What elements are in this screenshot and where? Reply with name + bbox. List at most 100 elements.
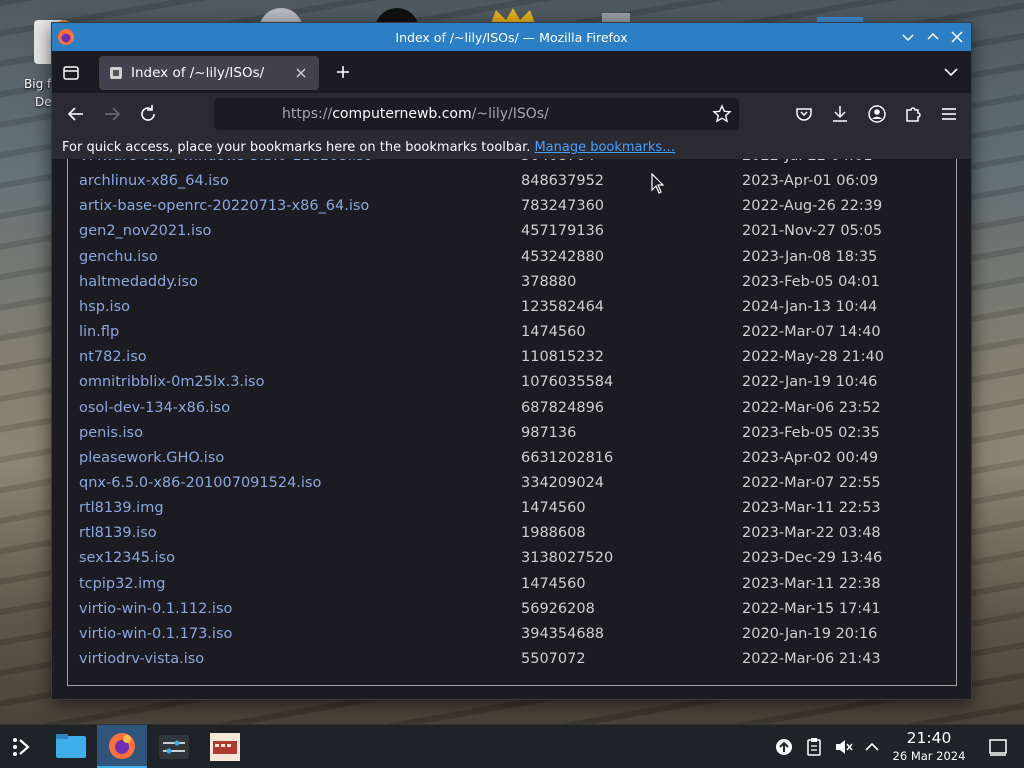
url-bar[interactable]: https://computernewb.com/~lily/ISOs/ (214, 98, 739, 130)
listing-row: omnitribblix-0m25lx.3.iso 1076035584 2022-… (68, 374, 956, 399)
file-modified-date: 2022-Jul-22 04:01 (742, 159, 873, 164)
taskbar: 21:40 26 Mar 2024 (0, 724, 1024, 768)
file-modified-date: 2023-Apr-02 00:49 (742, 449, 879, 466)
minimize-button[interactable] (899, 28, 917, 46)
mouse-cursor-icon (651, 173, 665, 194)
file-link[interactable]: pleasework.GHO.iso (79, 450, 224, 466)
reload-button[interactable] (137, 103, 159, 125)
file-link[interactable]: haltmedaddy.iso (79, 274, 198, 290)
chevron-up-icon[interactable] (861, 736, 883, 758)
taskbar-firefox[interactable] (97, 725, 147, 768)
update-notifier-icon[interactable] (773, 736, 795, 758)
list-all-tabs-button[interactable] (941, 62, 961, 82)
file-link[interactable]: nt782.iso (79, 349, 147, 365)
listing-row: artix-base-openrc-20220713-x86_64.iso 783… (68, 198, 956, 223)
file-link[interactable]: penis.iso (79, 425, 143, 441)
file-size: 6631202816 (521, 449, 614, 466)
clipboard-icon[interactable] (803, 736, 825, 758)
listing-row: rtl8139.iso 1988608 2023-Mar-22 03:48 (68, 525, 956, 550)
extensions-button[interactable] (902, 103, 924, 125)
downloads-button[interactable] (829, 103, 851, 125)
directory-listing: VMware-tools-windows-3.5.0-110268.iso 304… (67, 159, 957, 686)
listing-row: virtiodrv-vista.iso 5507072 2022-Mar-06 21… (68, 651, 956, 676)
application-launcher[interactable] (0, 725, 46, 768)
firefox-window: Index of /~lily/ISOs/ — Mozilla Firefox … (51, 22, 972, 700)
file-link[interactable]: artix-base-openrc-20220713-x86_64.iso (79, 198, 369, 214)
file-modified-date: 2023-Jan-08 18:35 (742, 248, 878, 265)
listing-row: virtio-win-0.1.112.iso 56926208 2022-Mar-1… (68, 601, 956, 626)
show-desktop-icon[interactable] (987, 736, 1009, 758)
file-link[interactable]: archlinux-x86_64.iso (79, 173, 229, 189)
file-modified-date: 2022-Mar-06 21:43 (742, 651, 881, 667)
window-title: Index of /~lily/ISOs/ — Mozilla Firefox (395, 29, 628, 45)
listing-row: hsp.iso 123582464 2024-Jan-13 10:44 (68, 299, 956, 324)
file-modified-date: 2022-May-28 21:40 (742, 349, 884, 366)
file-modified-date: 2022-Mar-07 22:55 (742, 474, 881, 491)
pocket-icon (796, 108, 812, 121)
listing-row: lin.flp 1474560 2022-Mar-07 14:40 (68, 324, 956, 349)
file-modified-date: 2021-Nov-27 05:05 (742, 223, 883, 240)
pocket-button[interactable] (793, 103, 815, 125)
file-size: 378880 (521, 273, 577, 290)
file-link[interactable]: tcpip32.img (79, 576, 166, 592)
firefox-view-icon (63, 66, 79, 80)
file-link[interactable]: genchu.iso (79, 249, 158, 265)
tab-active[interactable]: Index of /~lily/ISOs/ (99, 56, 319, 90)
file-size: 1988608 (521, 525, 586, 542)
hamburger-menu-icon (942, 108, 956, 120)
listing-row: VMware-tools-windows-3.5.0-110268.iso 304… (68, 159, 956, 173)
puzzle-icon (906, 107, 921, 122)
close-icon (296, 68, 306, 78)
taskbar-system-settings[interactable] (151, 725, 197, 768)
listing-row: rtl8139.img 1474560 2023-Mar-11 22:53 (68, 500, 956, 525)
close-icon (951, 31, 963, 43)
file-link[interactable]: sex12345.iso (79, 550, 175, 566)
maximize-button[interactable] (924, 28, 942, 46)
volume-muted-icon[interactable] (833, 736, 855, 758)
clock-time[interactable]: 21:40 (895, 729, 963, 747)
firefox-view-button[interactable] (61, 63, 81, 83)
page-content: VMware-tools-windows-3.5.0-110268.iso 304… (52, 159, 971, 699)
file-link[interactable]: rtl8139.img (79, 500, 164, 516)
manage-bookmarks-link[interactable]: Manage bookmarks… (534, 140, 675, 155)
forward-button[interactable] (101, 103, 123, 125)
file-link[interactable]: VMware-tools-windows-3.5.0-110268.iso (79, 159, 373, 164)
file-size: 123582464 (521, 298, 605, 315)
taskbar-file-manager[interactable] (48, 725, 94, 768)
chevron-down-icon (902, 34, 914, 42)
file-modified-date: 2022-Aug-26 22:39 (742, 198, 883, 215)
file-link[interactable]: hsp.iso (79, 299, 130, 315)
file-size: 56926208 (521, 600, 595, 617)
file-link[interactable]: virtio-win-0.1.112.iso (79, 601, 232, 617)
file-link[interactable]: virtiodrv-vista.iso (79, 651, 204, 667)
app-menu-button[interactable] (938, 103, 960, 125)
file-link[interactable]: qnx-6.5.0-x86-201007091524.iso (79, 475, 321, 491)
file-link[interactable]: lin.flp (79, 324, 119, 340)
file-modified-date: 2023-Mar-11 22:38 (742, 575, 881, 592)
listing-row: nt782.iso 110815232 2022-May-28 21:40 (68, 349, 956, 374)
new-tab-button[interactable] (332, 61, 354, 83)
tab-close-button[interactable] (291, 63, 311, 83)
close-window-button[interactable] (948, 28, 966, 46)
file-size: 5507072 (521, 651, 586, 667)
file-link[interactable]: osol-dev-134-x86.iso (79, 400, 230, 416)
system-settings-icon (159, 735, 189, 759)
file-size: 394354688 (521, 625, 605, 642)
bookmarks-toolbar-message: For quick access, place your bookmarks h… (62, 139, 531, 155)
clock-date[interactable]: 26 Mar 2024 (886, 749, 972, 763)
file-size: 334209024 (521, 474, 605, 491)
taskbar-archive-app[interactable] (202, 725, 248, 768)
file-link[interactable]: omnitribblix-0m25lx.3.iso (79, 374, 264, 390)
file-modified-date: 2023-Feb-05 04:01 (742, 273, 880, 290)
file-size: 453242880 (521, 248, 605, 265)
window-titlebar[interactable]: Index of /~lily/ISOs/ — Mozilla Firefox (52, 23, 971, 51)
file-link[interactable]: virtio-win-0.1.173.iso (79, 626, 232, 642)
file-link[interactable]: rtl8139.iso (79, 525, 157, 541)
url-path: /~lily/ISOs/ (471, 106, 549, 122)
back-button[interactable] (65, 103, 87, 125)
account-button[interactable] (866, 103, 888, 125)
url-text[interactable]: https://computernewb.com/~lily/ISOs/ (282, 106, 549, 122)
file-link[interactable]: gen2_nov2021.iso (79, 223, 211, 239)
listing-row: haltmedaddy.iso 378880 2023-Feb-05 04:01 (68, 274, 956, 299)
bookmark-star-button[interactable] (711, 103, 733, 125)
